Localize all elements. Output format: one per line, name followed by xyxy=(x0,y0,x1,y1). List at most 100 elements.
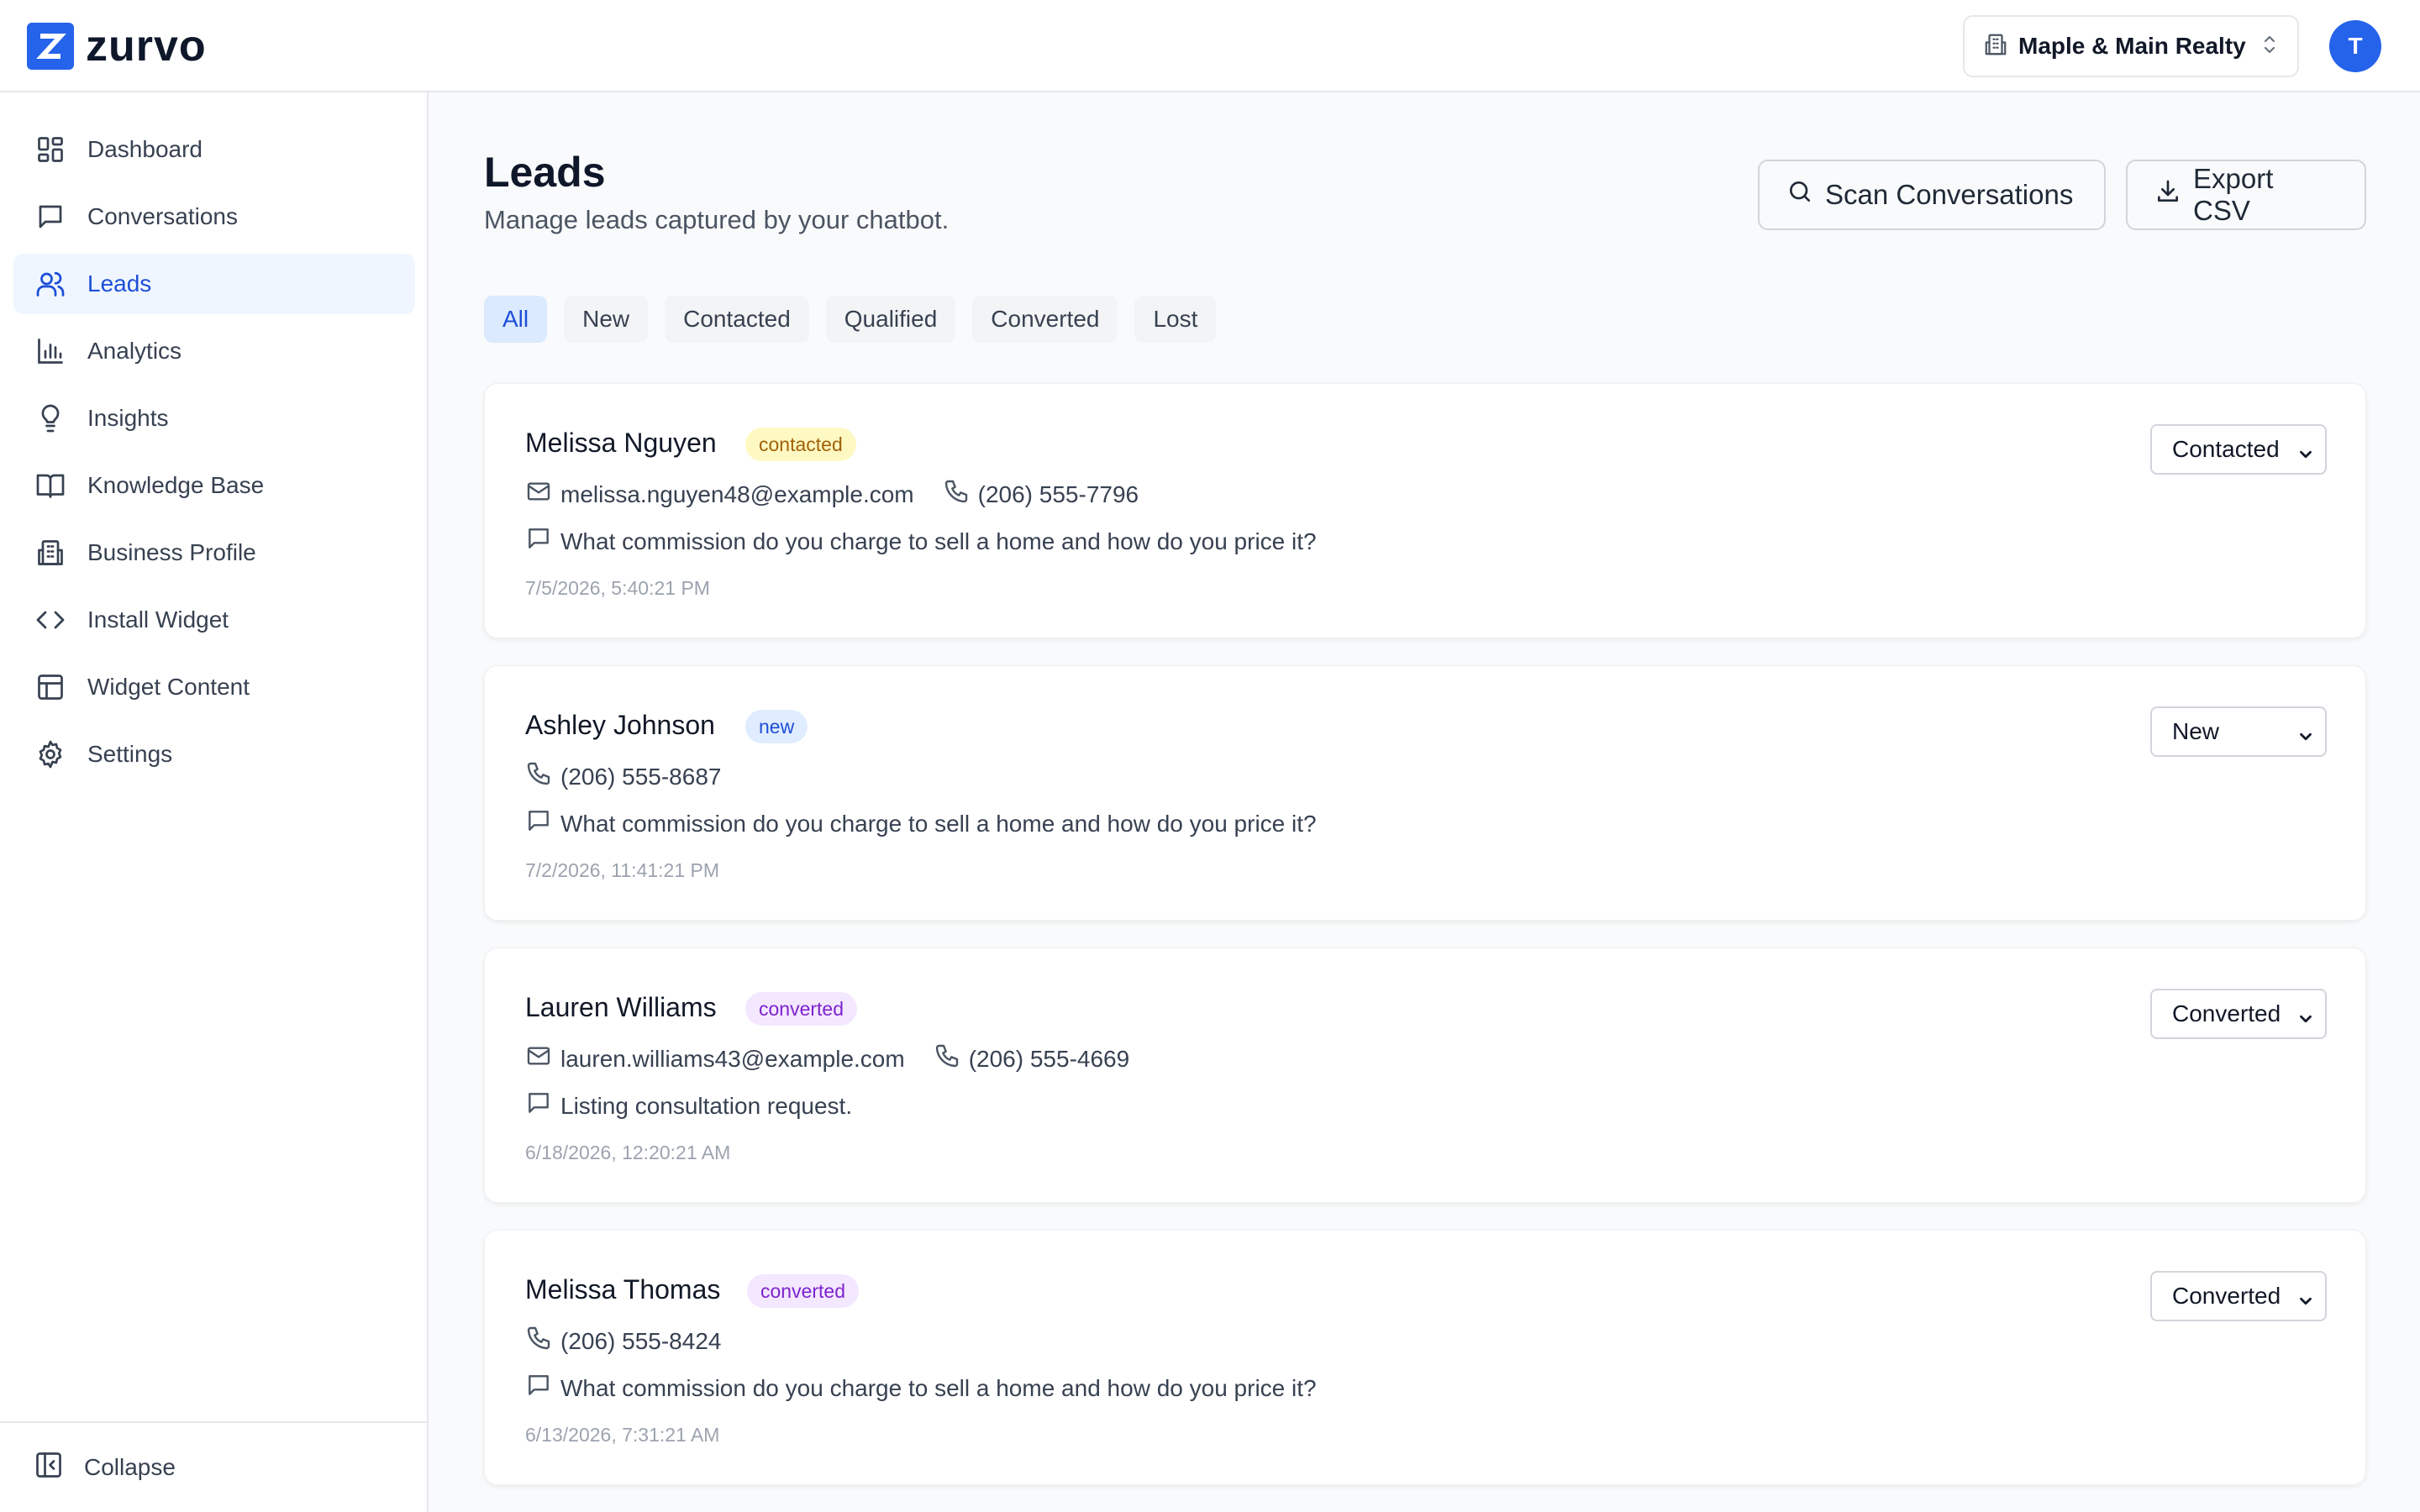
top-bar: zurvo Maple & Main Realty T xyxy=(0,0,2420,92)
business-name: Maple & Main Realty xyxy=(2018,33,2246,59)
lead-timestamp: 7/5/2026, 5:40:21 PM xyxy=(525,577,710,599)
sidebar-item-knowledge-base[interactable]: Knowledge Base xyxy=(13,455,415,516)
status-select-value: Contacted xyxy=(2172,436,2280,462)
lead-name: Melissa Nguyen xyxy=(525,428,717,458)
business-switcher[interactable]: Maple & Main Realty xyxy=(1963,15,2299,77)
tab-all[interactable]: All xyxy=(484,296,548,343)
sidebar-item-label: Install Widget xyxy=(87,606,229,633)
lead-phone-text: (206) 555-8687 xyxy=(560,763,722,790)
lead-email[interactable]: lauren.williams43@example.com xyxy=(525,1042,905,1075)
main-content: Leads Manage leads captured by your chat… xyxy=(484,92,2366,1512)
gear-icon xyxy=(34,738,67,771)
page-title: Leads xyxy=(484,149,606,196)
status-select-value: Converted xyxy=(2172,1283,2281,1309)
book-open-icon xyxy=(34,469,67,502)
status-select[interactable]: Converted xyxy=(2150,1271,2327,1321)
panel-left-collapse-icon xyxy=(34,1450,64,1486)
mail-icon xyxy=(525,478,552,511)
lead-email[interactable]: melissa.nguyen48@example.com xyxy=(525,478,914,511)
lead-card[interactable]: Melissa Thomas converted (206) 555-8424 … xyxy=(484,1230,2366,1485)
status-filter-tabs: All New Contacted Qualified Converted Lo… xyxy=(484,296,1233,343)
message-square-icon xyxy=(34,200,67,234)
user-avatar[interactable]: T xyxy=(2329,20,2381,72)
lead-contact-row: melissa.nguyen48@example.com (206) 555-7… xyxy=(525,478,1167,511)
lightbulb-icon xyxy=(34,402,67,435)
lead-phone[interactable]: (206) 555-7796 xyxy=(943,478,1139,511)
sidebar-item-label: Settings xyxy=(87,741,173,767)
collapse-button[interactable]: Collapse xyxy=(0,1421,427,1512)
mail-icon xyxy=(525,1042,552,1075)
search-icon xyxy=(1786,178,1813,212)
lead-card[interactable]: Lauren Williams converted lauren.william… xyxy=(484,948,2366,1203)
building-icon xyxy=(34,536,67,570)
message-square-icon xyxy=(525,1089,552,1122)
phone-icon xyxy=(525,1325,552,1357)
sidebar-item-install-widget[interactable]: Install Widget xyxy=(13,590,415,650)
lead-message-text: Listing consultation request. xyxy=(560,1092,853,1119)
chevrons-up-down-icon xyxy=(2260,33,2280,60)
sidebar-item-analytics[interactable]: Analytics xyxy=(13,321,415,381)
logo-mark-icon xyxy=(27,23,74,70)
lead-phone[interactable]: (206) 555-4669 xyxy=(934,1042,1129,1075)
lead-phone-text: (206) 555-8424 xyxy=(560,1327,722,1354)
message-square-icon xyxy=(525,807,552,840)
status-select[interactable]: Converted xyxy=(2150,989,2327,1039)
lead-phone[interactable]: (206) 555-8687 xyxy=(525,760,721,793)
sidebar-item-conversations[interactable]: Conversations xyxy=(13,186,415,247)
sidebar: Dashboard Conversations Leads Analytics … xyxy=(0,92,429,1512)
status-badge: new xyxy=(745,710,808,743)
lead-message: Listing consultation request. xyxy=(525,1089,852,1122)
lead-contact-row: lauren.williams43@example.com (206) 555-… xyxy=(525,1042,1158,1075)
download-icon xyxy=(2154,178,2181,212)
status-badge: contacted xyxy=(745,428,856,461)
lead-contact-row: (206) 555-8687 xyxy=(525,760,750,793)
chevron-down-icon xyxy=(2296,1007,2315,1034)
lead-message: What commission do you charge to sell a … xyxy=(525,1372,1317,1404)
status-select-value: New xyxy=(2172,718,2220,744)
export-csv-button[interactable]: Export CSV xyxy=(2126,160,2366,230)
lead-timestamp: 6/18/2026, 12:20:21 AM xyxy=(525,1142,731,1163)
tab-contacted[interactable]: Contacted xyxy=(665,296,809,343)
sidebar-item-widget-content[interactable]: Widget Content xyxy=(13,657,415,717)
lead-phone[interactable]: (206) 555-8424 xyxy=(525,1325,721,1357)
sidebar-item-label: Leads xyxy=(87,270,152,297)
phone-icon xyxy=(525,760,552,793)
building-icon xyxy=(1983,32,2008,61)
sidebar-item-label: Dashboard xyxy=(87,136,203,162)
tab-lost[interactable]: Lost xyxy=(1134,296,1217,343)
lead-name: Ashley Johnson xyxy=(525,710,715,740)
sidebar-item-leads[interactable]: Leads xyxy=(13,254,415,314)
lead-message-text: What commission do you charge to sell a … xyxy=(560,1374,1317,1401)
lead-card[interactable]: Ashley Johnson new (206) 555-8687 What c… xyxy=(484,665,2366,921)
tab-new[interactable]: New xyxy=(564,296,649,343)
sidebar-item-insights[interactable]: Insights xyxy=(13,388,415,449)
phone-icon xyxy=(934,1042,960,1075)
lead-phone-text: (206) 555-7796 xyxy=(977,480,1139,507)
lead-email-text: lauren.williams43@example.com xyxy=(560,1045,905,1072)
scan-conversations-button[interactable]: Scan Conversations xyxy=(1758,160,2106,230)
sidebar-item-label: Analytics xyxy=(87,338,182,364)
layout-icon xyxy=(34,670,67,704)
sidebar-item-label: Widget Content xyxy=(87,674,250,700)
sidebar-item-label: Insights xyxy=(87,405,169,431)
lead-timestamp: 6/13/2026, 7:31:21 AM xyxy=(525,1424,720,1446)
sidebar-item-settings[interactable]: Settings xyxy=(13,724,415,785)
collapse-label: Collapse xyxy=(84,1454,176,1480)
app-logo[interactable]: zurvo xyxy=(27,23,207,70)
status-select[interactable]: Contacted xyxy=(2150,424,2327,475)
tab-converted[interactable]: Converted xyxy=(972,296,1118,343)
page-subtitle: Manage leads captured by your chatbot. xyxy=(484,205,950,234)
lead-card[interactable]: Melissa Nguyen contacted melissa.nguyen4… xyxy=(484,383,2366,638)
sidebar-item-business-profile[interactable]: Business Profile xyxy=(13,522,415,583)
sidebar-item-label: Knowledge Base xyxy=(87,472,265,498)
chevron-down-icon xyxy=(2296,1289,2315,1316)
message-square-icon xyxy=(525,1372,552,1404)
bar-chart-icon xyxy=(34,334,67,368)
lead-message-text: What commission do you charge to sell a … xyxy=(560,528,1317,554)
tab-qualified[interactable]: Qualified xyxy=(825,296,956,343)
sidebar-item-dashboard[interactable]: Dashboard xyxy=(13,119,415,180)
sidebar-nav: Dashboard Conversations Leads Analytics … xyxy=(13,119,415,791)
status-select[interactable]: New xyxy=(2150,706,2327,757)
chevron-down-icon xyxy=(2296,725,2315,752)
code-icon xyxy=(34,603,67,637)
